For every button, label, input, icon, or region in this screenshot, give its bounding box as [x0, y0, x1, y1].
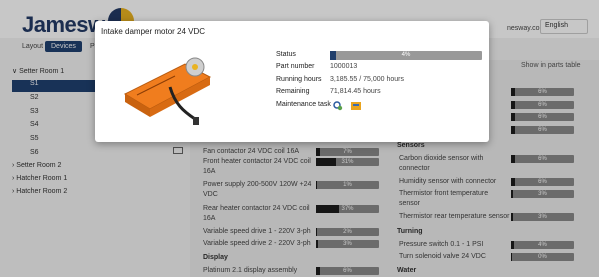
modal-field-value: 71,814.45 hours — [330, 88, 381, 95]
modal-title: Intake damper motor 24 VDC — [101, 27, 206, 36]
modal-field-value: 1000013 — [330, 63, 358, 70]
modal-status-bar: 4% — [330, 51, 482, 60]
part-detail-modal: Intake damper motor 24 VDC Status 4% Part … — [95, 21, 489, 142]
modal-field-value: 3,185.55 / 75,000 hours — [330, 76, 404, 83]
damper-motor-image — [123, 57, 212, 125]
maintenance-gear-icon[interactable] — [333, 101, 343, 111]
modal-field-label: Maintenance task — [276, 101, 331, 108]
modal-status-value: 4% — [401, 52, 411, 58]
modal-field-label: Remaining — [276, 88, 310, 95]
modal-field-label: Running hours — [276, 76, 322, 83]
modal-field-label: Part number — [276, 63, 315, 70]
modal-field-label: Status — [276, 51, 296, 58]
maintenance-tool-icon[interactable] — [351, 101, 361, 111]
